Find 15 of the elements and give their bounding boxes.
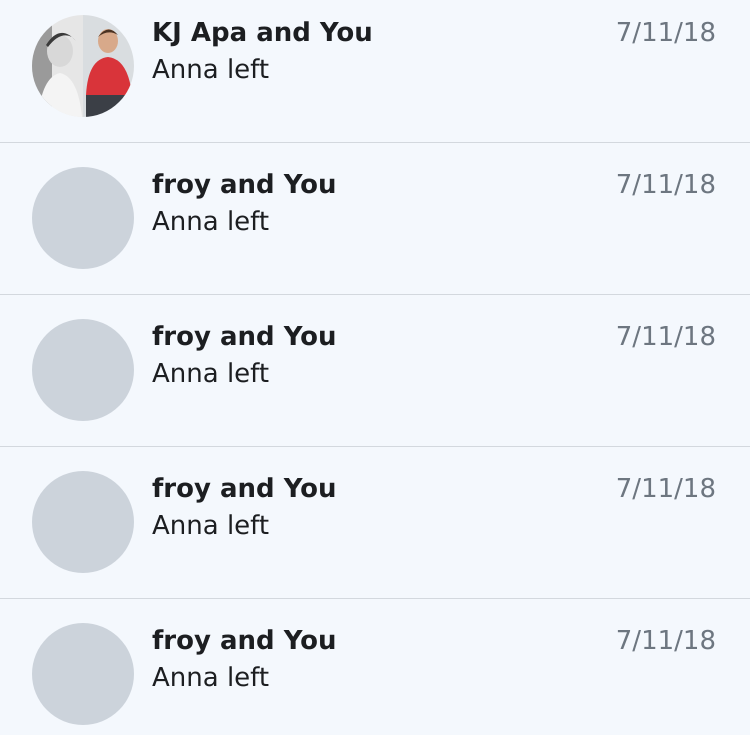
conversation-date: 7/11/18 xyxy=(616,321,716,354)
conversation-date: 7/11/18 xyxy=(616,473,716,506)
conversation-title: froy and You xyxy=(152,169,337,202)
conversation-date: 7/11/18 xyxy=(616,625,716,658)
conversation-date: 7/11/18 xyxy=(616,169,716,202)
message-preview: Anna left xyxy=(152,358,270,391)
conversation-title: KJ Apa and You xyxy=(152,17,373,50)
conversation-date: 7/11/18 xyxy=(616,17,716,50)
message-preview: Anna left xyxy=(152,662,270,695)
conversation-title: froy and You xyxy=(152,473,337,506)
conversation-title: froy and You xyxy=(152,321,337,354)
message-preview: Anna left xyxy=(152,54,270,87)
message-preview: Anna left xyxy=(152,206,270,239)
conversation-title: froy and You xyxy=(152,625,337,658)
message-preview: Anna left xyxy=(152,510,270,543)
